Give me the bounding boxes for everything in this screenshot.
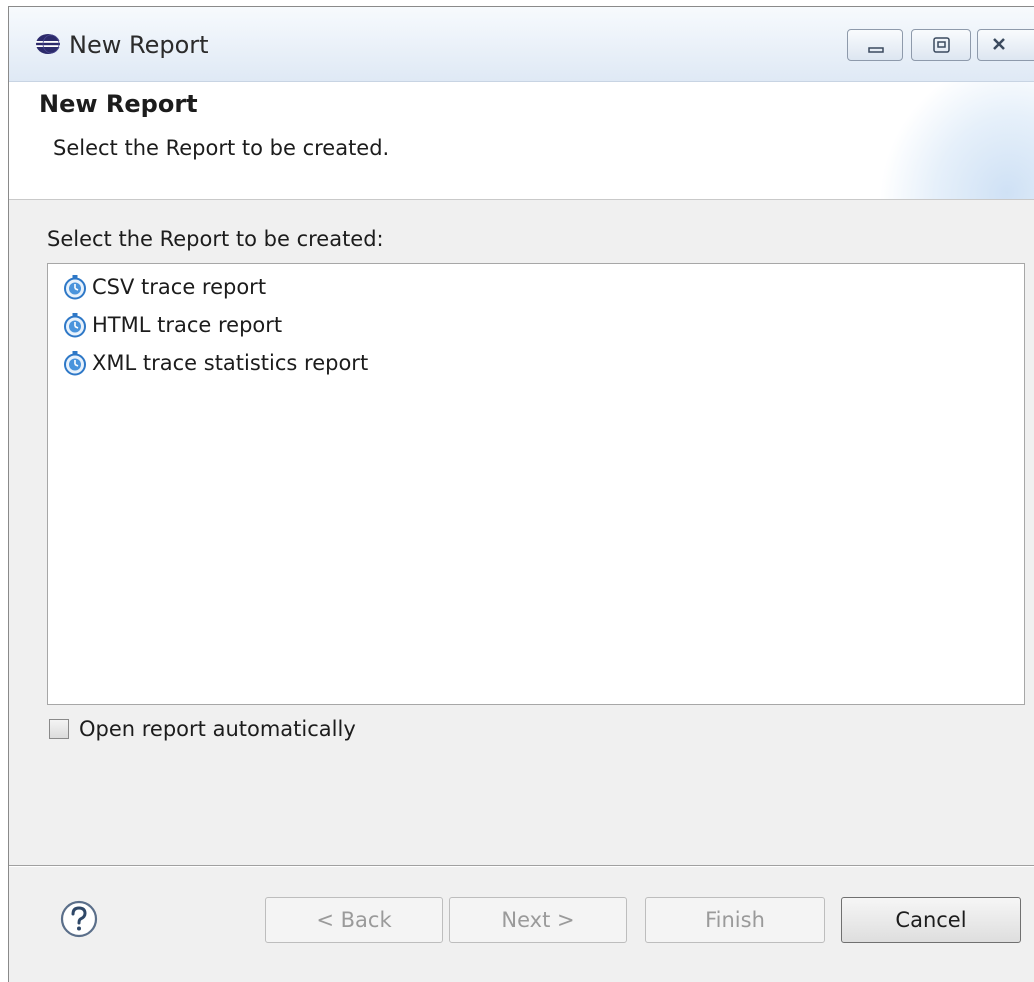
new-report-dialog: New Report New Report Select the Report … [8,6,1034,982]
open-report-label[interactable]: Open report automatically [79,717,356,741]
stopwatch-icon [64,351,86,376]
close-icon [993,38,1005,50]
maximize-button[interactable] [911,29,971,61]
maximize-icon [933,37,950,53]
report-item-html[interactable]: HTML trace report [62,308,282,342]
report-item-label: HTML trace report [92,313,283,337]
wizard-title: New Report [39,90,198,118]
eclipse-icon [36,34,60,54]
report-list[interactable]: CSV trace report HTML trace report XML t… [47,263,1025,705]
wizard-description: Select the Report to be created. [53,136,390,160]
next-button[interactable]: Next > [449,897,627,943]
report-item-label: CSV trace report [92,275,267,299]
stopwatch-icon [64,313,86,338]
title-bar[interactable]: New Report [9,7,1034,82]
report-item-label: XML trace statistics report [92,351,369,375]
close-button[interactable] [977,29,1034,61]
open-report-checkbox[interactable] [49,719,69,739]
report-list-label: Select the Report to be created: [47,227,384,251]
header-decoration [853,82,1034,199]
finish-button[interactable]: Finish [645,897,825,943]
stopwatch-icon [64,275,86,300]
help-icon[interactable] [59,899,99,939]
footer-separator [9,865,1034,867]
minimize-button[interactable] [847,29,903,61]
back-button[interactable]: < Back [265,897,443,943]
window-title: New Report [69,31,209,59]
report-item-csv[interactable]: CSV trace report [62,270,266,304]
report-item-xml[interactable]: XML trace statistics report [62,346,368,380]
cancel-button[interactable]: Cancel [841,897,1021,943]
wizard-header: New Report Select the Report to be creat… [9,82,1034,200]
open-report-option[interactable]: Open report automatically [49,717,356,741]
minimize-icon [868,47,884,53]
